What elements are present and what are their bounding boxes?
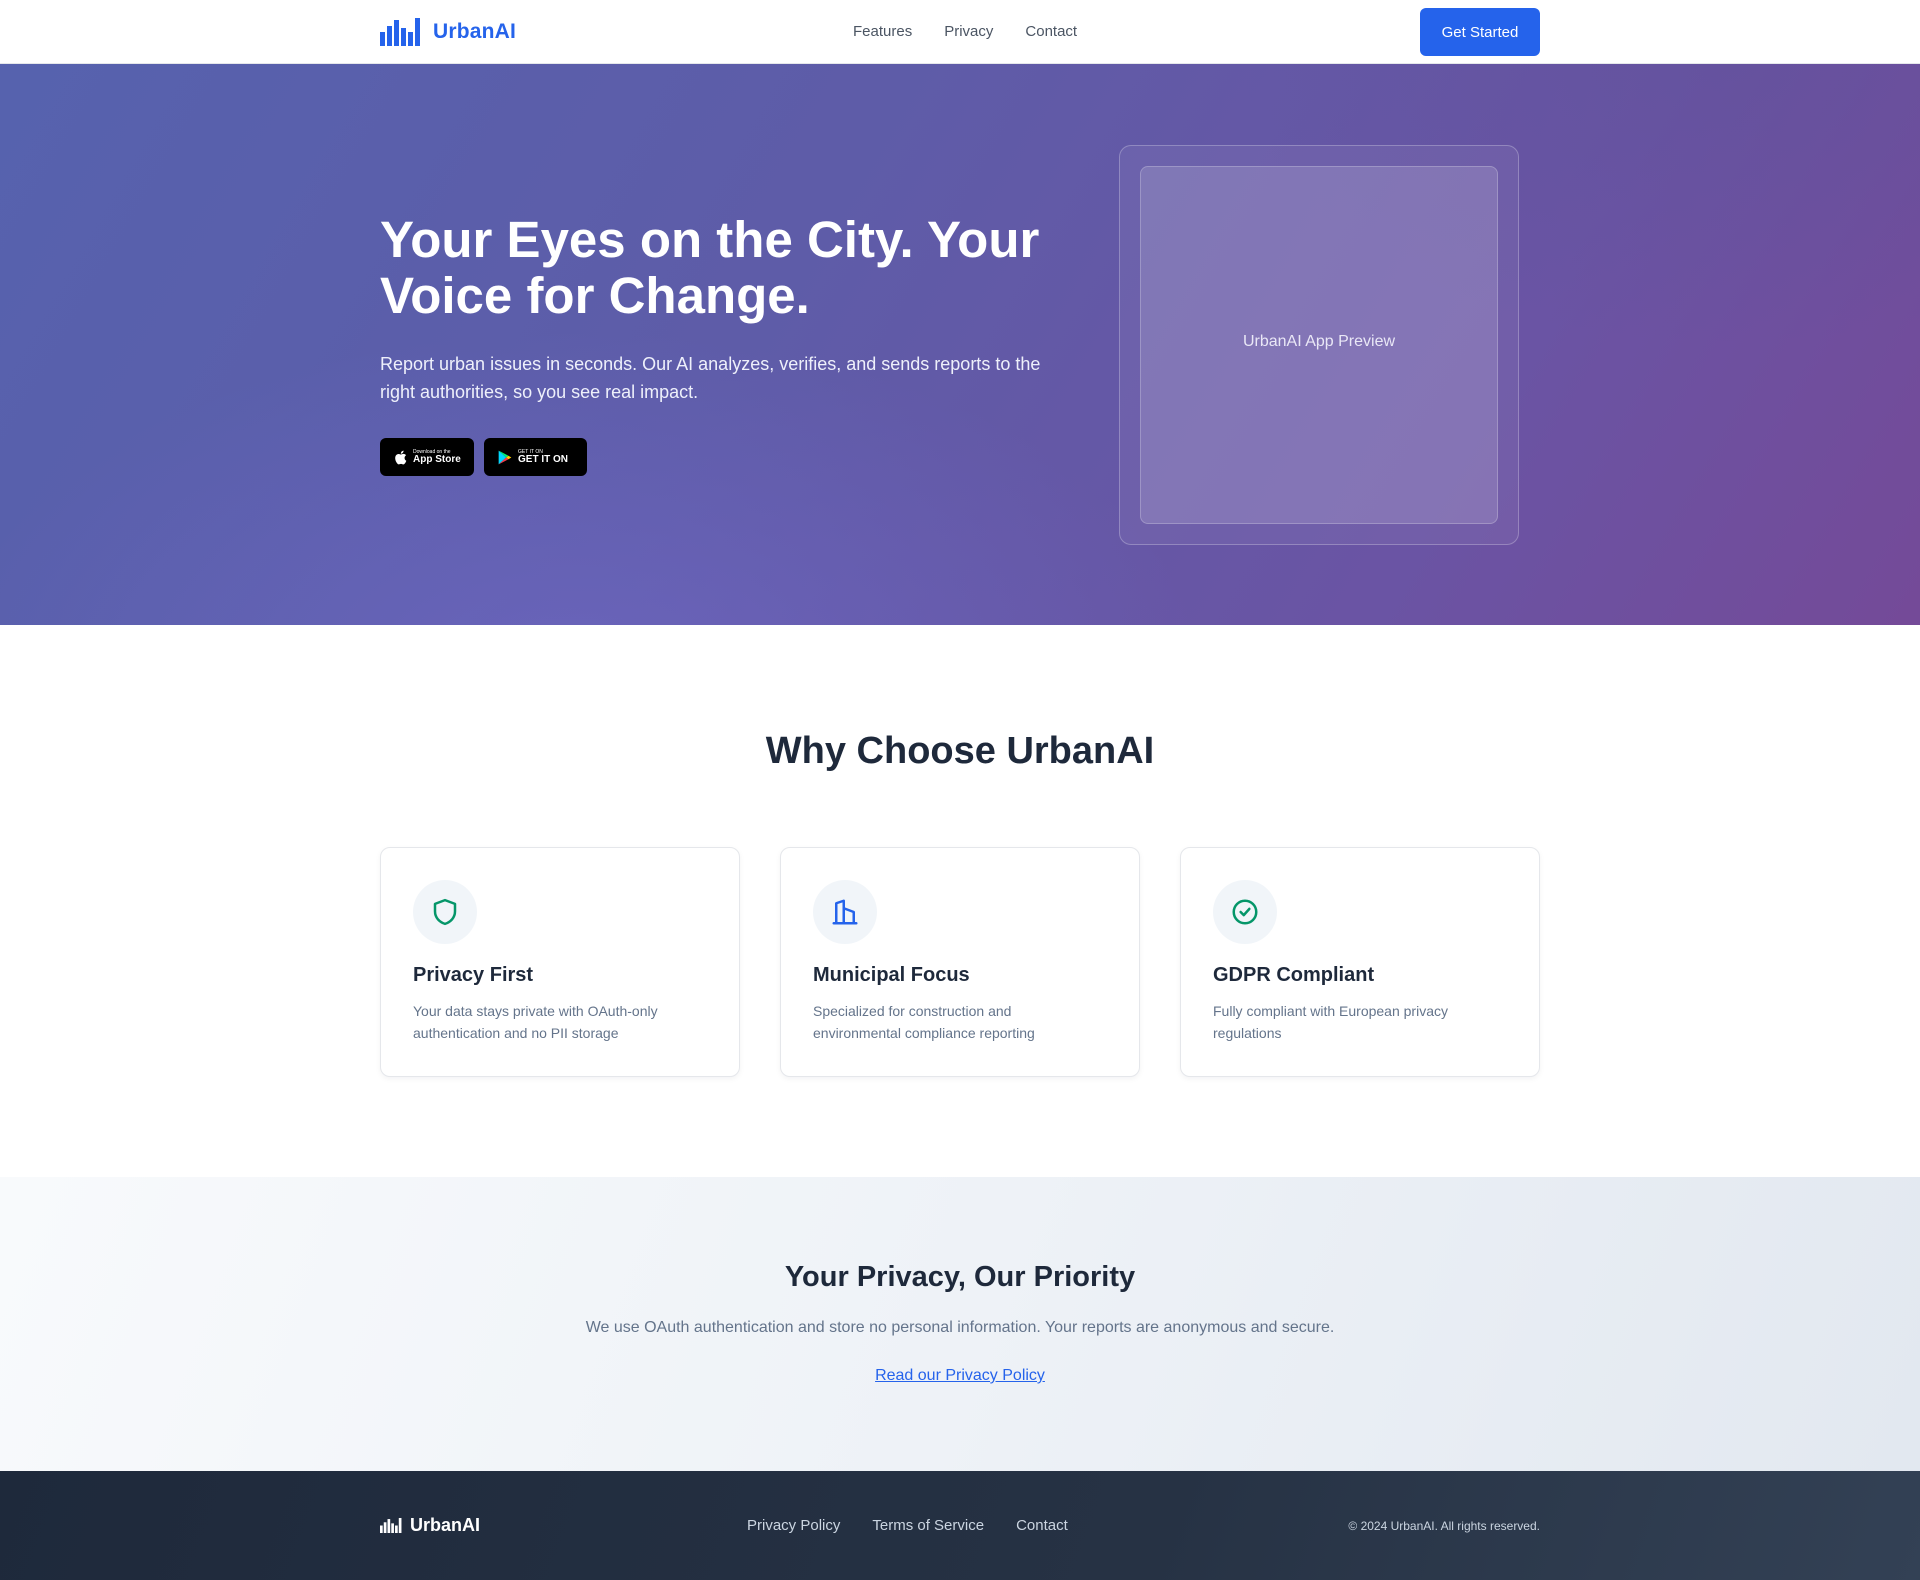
brand-name: UrbanAI xyxy=(433,20,517,43)
nav-link-privacy[interactable]: Privacy xyxy=(944,23,993,40)
google-play-big-text: GET IT ON xyxy=(518,453,568,465)
bar-chart-icon xyxy=(380,1517,402,1534)
footer-link-privacy-policy[interactable]: Privacy Policy xyxy=(747,1517,840,1534)
site-footer: UrbanAI Privacy Policy Terms of Service … xyxy=(0,1471,1920,1580)
building-icon xyxy=(813,880,877,944)
app-store-text: Download on the App Store xyxy=(413,449,461,465)
privacy-text: We use OAuth authentication and store no… xyxy=(585,1319,1335,1336)
app-preview-label: UrbanAI App Preview xyxy=(1242,333,1396,350)
footer-brand[interactable]: UrbanAI xyxy=(380,1515,480,1536)
google-play-icon xyxy=(498,450,512,464)
get-started-button[interactable]: Get Started xyxy=(1420,8,1540,56)
feature-card-gdpr: GDPR Compliant Fully compliant with Euro… xyxy=(1180,847,1540,1077)
app-store-big-text: App Store xyxy=(413,453,461,465)
footer-link-terms[interactable]: Terms of Service xyxy=(872,1517,984,1534)
nav-link-contact[interactable]: Contact xyxy=(1025,23,1077,40)
apple-icon xyxy=(395,450,407,464)
hero-title: Your Eyes on the City. Your Voice for Ch… xyxy=(380,211,1040,324)
bar-chart-icon xyxy=(380,18,420,46)
main-nav: Features Privacy Contact xyxy=(853,23,1077,40)
feature-description: Your data stays private with OAuth-only … xyxy=(413,1003,658,1041)
feature-title: Privacy First xyxy=(413,964,534,986)
app-preview-frame: UrbanAI App Preview xyxy=(1119,145,1519,545)
check-circle-icon xyxy=(1213,880,1277,944)
footer-nav: Privacy Policy Terms of Service Contact xyxy=(747,1517,1068,1534)
google-play-text: GET IT ON GET IT ON xyxy=(518,449,568,465)
copyright-text: © 2024 UrbanAI. All rights reserved. xyxy=(1348,1519,1540,1533)
features-title: Why Choose UrbanAI xyxy=(765,730,1155,772)
feature-title: GDPR Compliant xyxy=(1213,964,1375,986)
app-store-button[interactable]: Download on the App Store xyxy=(380,438,474,476)
hero-section: Your Eyes on the City. Your Voice for Ch… xyxy=(0,64,1920,625)
google-play-button[interactable]: GET IT ON GET IT ON xyxy=(484,438,587,476)
app-preview-placeholder: UrbanAI App Preview xyxy=(1140,166,1498,524)
privacy-policy-link[interactable]: Read our Privacy Policy xyxy=(870,1367,1050,1385)
site-header: UrbanAI Features Privacy Contact Get Sta… xyxy=(0,0,1920,64)
hero-subtitle: Report urban issues in seconds. Our AI a… xyxy=(380,354,1041,402)
shield-icon xyxy=(413,880,477,944)
feature-card-privacy: Privacy First Your data stays private wi… xyxy=(380,847,740,1077)
feature-title: Municipal Focus xyxy=(813,964,970,986)
feature-card-municipal: Municipal Focus Specialized for construc… xyxy=(780,847,1140,1077)
footer-brand-name: UrbanAI xyxy=(410,1515,481,1535)
brand-logo-link[interactable]: UrbanAI xyxy=(380,18,516,46)
feature-description: Fully compliant with European privacy re… xyxy=(1213,1003,1448,1041)
privacy-title: Your Privacy, Our Priority xyxy=(784,1261,1136,1293)
footer-link-contact[interactable]: Contact xyxy=(1016,1517,1068,1534)
feature-description: Specialized for construction and environ… xyxy=(813,1003,1035,1041)
privacy-section: Your Privacy, Our Priority We use OAuth … xyxy=(0,1177,1920,1471)
nav-link-features[interactable]: Features xyxy=(853,23,912,40)
